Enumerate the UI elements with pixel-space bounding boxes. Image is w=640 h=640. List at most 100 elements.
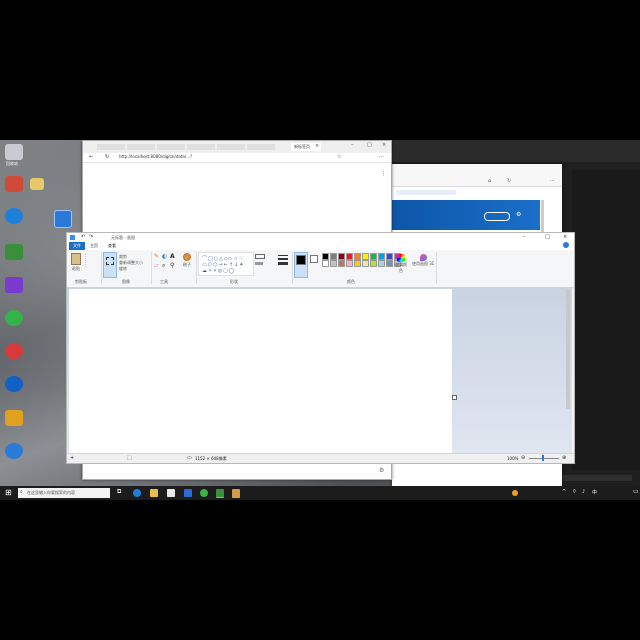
blue-app-icon[interactable]	[5, 443, 23, 459]
tab-file[interactable]: 文件	[69, 242, 85, 250]
notification-icon[interactable]: ▭	[633, 488, 639, 495]
paint3d-button[interactable]: 使用画图 3D 进行编辑	[412, 252, 434, 276]
palette-color[interactable]	[354, 253, 361, 260]
fill-icon[interactable]: ◐	[162, 253, 167, 260]
taskbar-search-box[interactable]: ⌕ 在这里输入你要搜索的内容	[18, 488, 110, 498]
cut-copy-buttons[interactable]	[85, 253, 100, 267]
zoom-in-icon[interactable]: ⊕	[562, 455, 566, 461]
magnifier-icon[interactable]: ⚲	[170, 262, 174, 269]
edge-browser-icon[interactable]	[5, 208, 23, 224]
clock[interactable]	[604, 488, 632, 498]
app-icon-red[interactable]	[5, 176, 23, 192]
palette-color[interactable]	[322, 260, 329, 267]
tab-view[interactable]: 查看	[105, 242, 119, 250]
redo-icon[interactable]: ↷	[89, 234, 93, 240]
foxit-reader-icon[interactable]	[5, 376, 23, 392]
qq-icon[interactable]	[5, 343, 23, 359]
palette-color[interactable]	[338, 260, 345, 267]
start-windows-icon[interactable]: ⊞	[5, 488, 12, 497]
palette-color[interactable]	[362, 253, 369, 260]
undo-icon[interactable]: ↶	[81, 234, 85, 240]
outline-fill-buttons[interactable]	[255, 254, 267, 270]
mail-taskbar-icon[interactable]	[184, 489, 192, 497]
zoom-slider[interactable]	[529, 455, 559, 461]
tab-close-icon[interactable]: ×	[315, 143, 319, 149]
purple-app-icon[interactable]	[5, 277, 23, 293]
banner-search-button[interactable]	[484, 212, 510, 221]
palette-color[interactable]	[362, 260, 369, 267]
terminal-app-icon[interactable]	[5, 244, 23, 260]
select-button[interactable]	[103, 252, 117, 278]
palette-color[interactable]	[354, 260, 361, 267]
yellow-app-icon[interactable]	[5, 410, 23, 426]
system-tray[interactable]: ^ ⌔ ♪ 中	[522, 489, 602, 497]
palette-color[interactable]	[322, 253, 329, 260]
palette-color[interactable]	[338, 253, 345, 260]
palette-color[interactable]	[370, 260, 377, 267]
favorites-icon[interactable]: ☆	[337, 154, 341, 160]
window-maximize-icon[interactable]: □	[367, 142, 372, 148]
help-icon[interactable]	[563, 242, 569, 248]
back-browser-refresh-icon[interactable]: ↻	[507, 178, 511, 184]
brushes-button[interactable]: 刷子	[180, 252, 194, 276]
palette-color[interactable]	[330, 253, 337, 260]
window-close-icon[interactable]: ×	[382, 142, 386, 148]
paint-maximize-icon[interactable]: □	[545, 234, 550, 240]
browser-tab[interactable]	[247, 144, 275, 150]
color-palette[interactable]	[322, 253, 404, 269]
banner-gear-icon[interactable]: ⚙	[516, 211, 521, 218]
terminal-taskbar-icon[interactable]	[216, 489, 224, 498]
side-menu-icon[interactable]: ⋮	[381, 171, 386, 177]
palette-color[interactable]	[386, 260, 393, 267]
settings-gear-icon[interactable]: ⚙	[379, 467, 384, 474]
color2-button[interactable]	[308, 252, 320, 276]
browser-tab[interactable]	[157, 144, 185, 150]
picker-icon[interactable]: ⌕	[162, 262, 165, 270]
palette-color[interactable]	[386, 253, 393, 260]
volume-icon[interactable]: ♪	[582, 489, 585, 495]
ime-icon[interactable]: 中	[592, 489, 597, 496]
paint-canvas[interactable]	[69, 289, 452, 453]
window-minimize-icon[interactable]: –	[351, 142, 354, 148]
edit-colors-button[interactable]: 编辑颜色	[395, 252, 407, 276]
tab-home[interactable]: 主页	[87, 242, 101, 250]
back-arrow-icon[interactable]: ←	[89, 154, 93, 160]
task-view-icon[interactable]: ⧉	[117, 488, 121, 496]
color1-button[interactable]	[294, 252, 308, 278]
browser-tab[interactable]	[187, 144, 215, 150]
browser-tab[interactable]	[217, 144, 245, 150]
back-browser-menu-icon[interactable]: ⋯	[550, 178, 555, 184]
edge-taskbar-icon[interactable]	[133, 489, 141, 497]
text-icon[interactable]: A	[170, 253, 175, 260]
url-input[interactable]: http://localhost:8080/digital/data/...?	[119, 154, 305, 160]
palette-color[interactable]	[378, 253, 385, 260]
chrome-taskbar-icon[interactable]	[200, 489, 208, 497]
paint-minimize-icon[interactable]: –	[523, 234, 526, 240]
shapes-gallery[interactable]: ⌒□○△◇▷☆♡ ▭⬠⬡→←↑↓✦ ☁✧⚡◎▢◯	[198, 252, 254, 276]
palette-color[interactable]	[378, 260, 385, 267]
zoom-out-icon[interactable]: ⊖	[521, 455, 525, 461]
palette-color[interactable]	[370, 253, 377, 260]
zoom-slider-thumb[interactable]	[542, 455, 544, 461]
palette-color[interactable]	[346, 253, 353, 260]
eraser-icon[interactable]: ▱	[154, 262, 159, 269]
back-browser-home-icon[interactable]: ⌂	[488, 178, 491, 184]
recycle-bin-icon[interactable]	[5, 144, 23, 160]
palette-color[interactable]	[330, 260, 337, 267]
vertical-scrollbar[interactable]	[566, 289, 570, 409]
wechat-icon[interactable]	[5, 310, 23, 326]
size-button[interactable]	[276, 252, 290, 276]
palette-color[interactable]	[346, 260, 353, 267]
browser-tab[interactable]	[127, 144, 155, 150]
folder-icon[interactable]	[30, 178, 44, 190]
tray-chevron-icon[interactable]: ^	[562, 489, 566, 495]
refresh-icon[interactable]: ↻	[105, 154, 109, 160]
browser-tab[interactable]	[97, 144, 125, 150]
selected-desktop-icon[interactable]	[54, 210, 72, 228]
browser-menu-icon[interactable]: ⋯	[379, 154, 384, 160]
store-taskbar-icon[interactable]	[167, 489, 175, 497]
paint-taskbar-icon[interactable]	[232, 489, 240, 498]
paint-close-icon[interactable]: ×	[563, 234, 567, 240]
paste-button[interactable]: 粘贴	[69, 252, 83, 274]
canvas-resize-handle[interactable]	[452, 395, 457, 400]
